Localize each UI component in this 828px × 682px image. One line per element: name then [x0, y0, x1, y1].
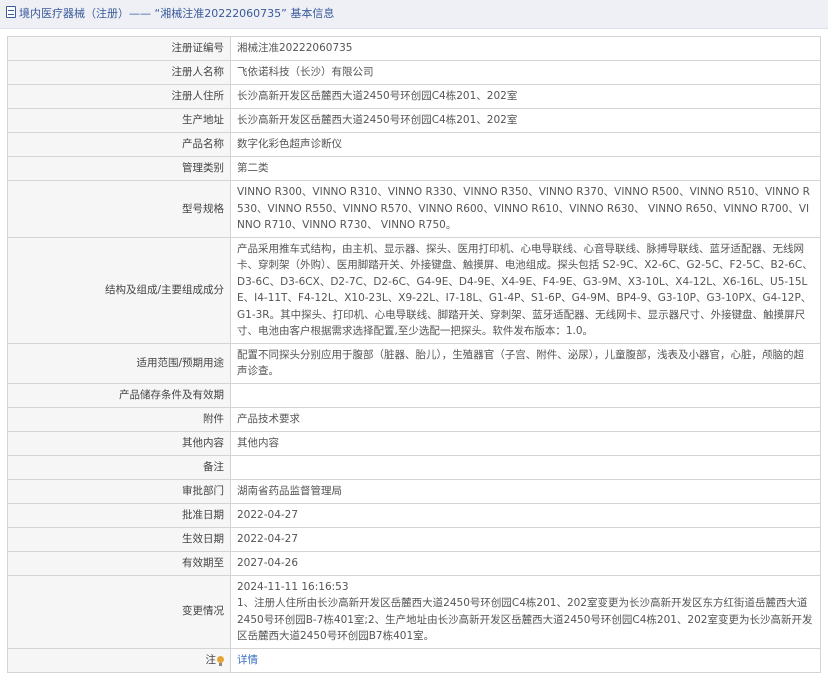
change-date: 2024-11-11 16:16:53: [237, 580, 349, 593]
table-row: 有效期至 2027-04-26: [7, 550, 821, 576]
row-label: 产品名称: [7, 132, 231, 157]
row-label: 有效期至: [7, 550, 231, 576]
row-value: 长沙高新开发区岳麓西大道2450号环创园C4栋201、202室: [230, 108, 821, 133]
table-row: 其他内容 其他内容: [7, 430, 821, 456]
table-row: 结构及组成/主要组成成分 产品采用推车式结构，由主机、显示器、探头、医用打印机、…: [7, 236, 821, 344]
row-value: 飞依诺科技（长沙）有限公司: [230, 60, 821, 85]
row-value: 配置不同探头分别应用于腹部（脏器、胎儿），生殖器官（子宫、附件、泌尿），儿童腹部…: [230, 342, 821, 384]
row-value: 2027-04-26: [230, 550, 821, 576]
table-row: 批准日期 2022-04-27: [7, 502, 821, 528]
row-value: 第二类: [230, 156, 821, 181]
row-value: VINNO R300、VINNO R310、VINNO R330、VINNO R…: [230, 180, 821, 238]
table-row: 注册人住所 长沙高新开发区岳麓西大道2450号环创园C4栋201、202室: [7, 84, 821, 109]
page-header: 境内医疗器械（注册）—— “湘械注准20222060735” 基本信息: [0, 0, 828, 29]
table-row: 注册人名称 飞依诺科技（长沙）有限公司: [7, 60, 821, 85]
row-value: 产品采用推车式结构，由主机、显示器、探头、医用打印机、心电导联线、心音导联线、脉…: [230, 236, 821, 344]
row-value: 2022-04-27: [230, 502, 821, 528]
row-label: 批准日期: [7, 502, 231, 528]
row-value: 产品技术要求: [230, 406, 821, 432]
row-value: 湖南省药品监督管理局: [230, 478, 821, 504]
change-history-value: 2024-11-11 16:16:53 1、注册人住所由长沙高新开发区岳麓西大道…: [230, 574, 821, 649]
table-row: 注册证编号 湘械注准20222060735: [7, 36, 821, 61]
document-icon: [6, 6, 16, 18]
table-row: 管理类别 第二类: [7, 156, 821, 181]
row-value: 长沙高新开发区岳麓西大道2450号环创园C4栋201、202室: [230, 84, 821, 109]
row-value: 2022-04-27: [230, 526, 821, 552]
row-label: 变更情况: [7, 574, 231, 649]
change-history-row: 变更情况 2024-11-11 16:16:53 1、注册人住所由长沙高新开发区…: [7, 574, 821, 649]
row-label: 审批部门: [7, 478, 231, 504]
row-label: 注册人住所: [7, 84, 231, 109]
note-label: 注: [205, 653, 217, 666]
row-value: 数字化彩色超声诊断仪: [230, 132, 821, 157]
row-label: 注册证编号: [7, 36, 231, 61]
row-value: 详情: [230, 647, 821, 673]
row-label: 生产地址: [7, 108, 231, 133]
row-value: [230, 454, 821, 480]
change-text: 1、注册人住所由长沙高新开发区岳麓西大道2450号环创园C4栋201、202室变…: [237, 597, 813, 642]
lightbulb-icon: [217, 655, 224, 666]
table-row: 型号规格 VINNO R300、VINNO R310、VINNO R330、VI…: [7, 180, 821, 238]
table-row: 生效日期 2022-04-27: [7, 526, 821, 552]
row-label: 附件: [7, 406, 231, 432]
row-label: 注: [7, 647, 231, 673]
row-label: 注册人名称: [7, 60, 231, 85]
row-value: 湘械注准20222060735: [230, 36, 821, 61]
row-label: 其他内容: [7, 430, 231, 456]
row-label: 适用范围/预期用途: [7, 342, 231, 384]
row-label: 产品储存条件及有效期: [7, 382, 231, 408]
table-row: 审批部门 湖南省药品监督管理局: [7, 478, 821, 504]
info-table: 注册证编号 湘械注准20222060735 注册人名称 飞依诺科技（长沙）有限公…: [7, 36, 821, 673]
table-row: 生产地址 长沙高新开发区岳麓西大道2450号环创园C4栋201、202室: [7, 108, 821, 133]
row-label: 备注: [7, 454, 231, 480]
row-label: 型号规格: [7, 180, 231, 238]
row-value: [230, 382, 821, 408]
row-label: 结构及组成/主要组成成分: [7, 236, 231, 344]
row-label: 管理类别: [7, 156, 231, 181]
row-label: 生效日期: [7, 526, 231, 552]
page-title: 境内医疗器械（注册）—— “湘械注准20222060735” 基本信息: [19, 7, 335, 20]
details-link[interactable]: 详情: [237, 654, 258, 666]
row-value: 其他内容: [230, 430, 821, 456]
table-row: 产品储存条件及有效期: [7, 382, 821, 408]
table-row: 备注: [7, 454, 821, 480]
table-row: 附件 产品技术要求: [7, 406, 821, 432]
note-row: 注 详情: [7, 647, 821, 673]
table-row: 适用范围/预期用途 配置不同探头分别应用于腹部（脏器、胎儿），生殖器官（子宫、附…: [7, 342, 821, 384]
table-row: 产品名称 数字化彩色超声诊断仪: [7, 132, 821, 157]
